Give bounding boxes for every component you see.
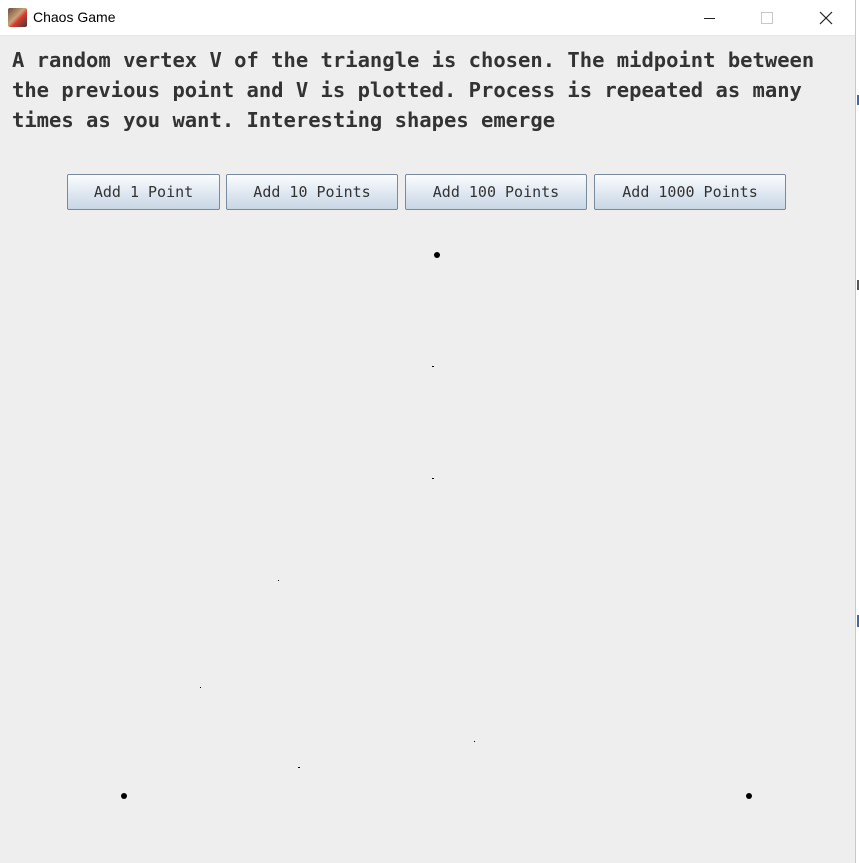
vertex-bottom-left: [121, 793, 127, 799]
close-icon: [819, 11, 833, 25]
title-bar[interactable]: Chaos Game: [0, 0, 855, 36]
close-button[interactable]: [797, 0, 855, 36]
add-1000-points-button[interactable]: Add 1000 Points: [594, 174, 786, 210]
chaos-game-window: Chaos Game A random vertex V of the tria…: [0, 0, 856, 863]
plotted-point: [432, 366, 434, 367]
add-10-points-button[interactable]: Add 10 Points: [226, 174, 398, 210]
plotted-point: [432, 478, 434, 479]
minimize-icon: [703, 17, 715, 19]
add-100-points-button[interactable]: Add 100 Points: [405, 174, 587, 210]
plotted-point: [298, 767, 300, 768]
vertex-bottom-right: [746, 793, 752, 799]
window-title: Chaos Game: [33, 9, 116, 25]
plotted-point: [200, 687, 201, 688]
vertex-top: [434, 252, 440, 258]
drawing-canvas[interactable]: [0, 215, 856, 863]
maximize-icon: [761, 12, 773, 24]
minimize-button[interactable]: [680, 0, 738, 36]
plotted-point: [278, 580, 279, 581]
instructions-text: A random vertex V of the triangle is cho…: [12, 48, 815, 132]
add-1-point-button[interactable]: Add 1 Point: [67, 174, 220, 210]
plotted-point: [474, 741, 475, 742]
app-icon: [8, 8, 27, 27]
maximize-button[interactable]: [738, 0, 796, 36]
